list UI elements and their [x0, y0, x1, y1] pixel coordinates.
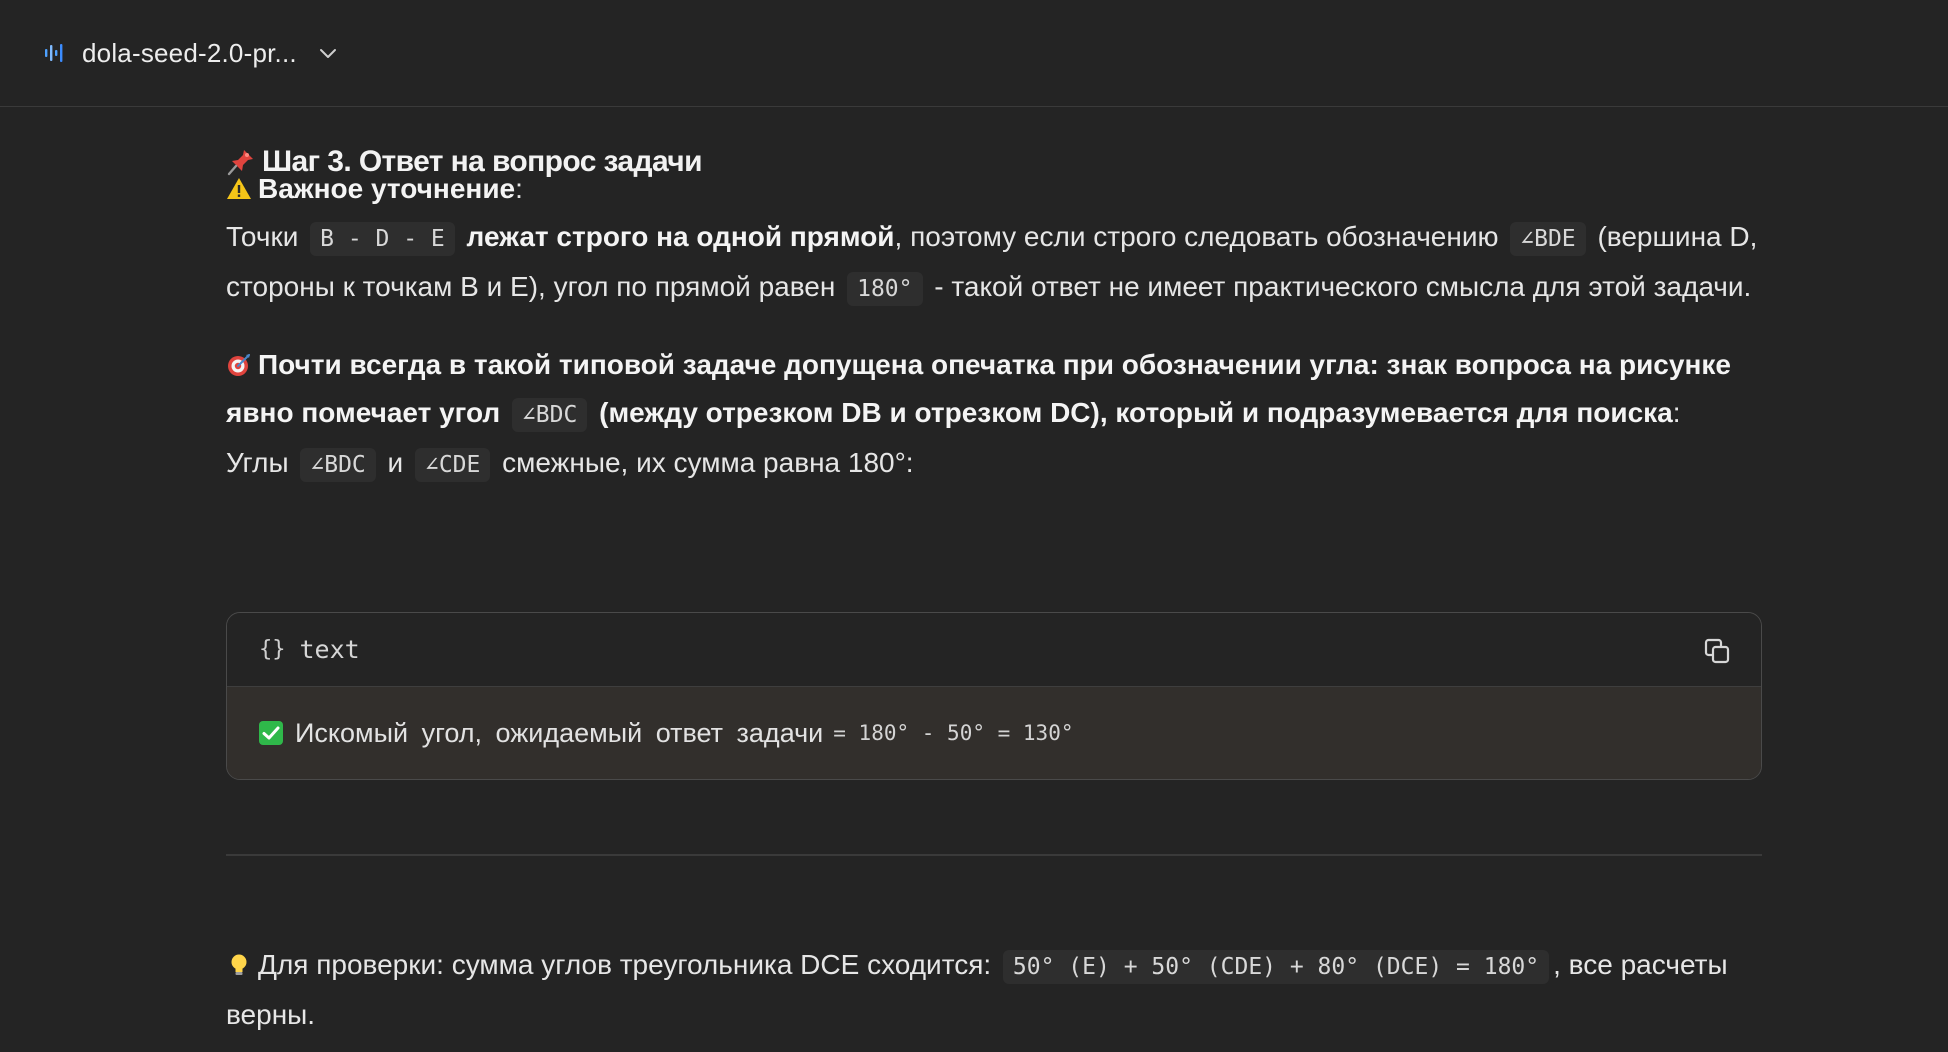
- check-text-1: Для проверки: сумма углов треугольника D…: [258, 949, 992, 980]
- audio-waveform-icon: [45, 44, 63, 62]
- hint-text-angles: Углы: [226, 447, 289, 478]
- note-text-1: Точки: [226, 221, 299, 252]
- hint-colon: :: [1672, 397, 1681, 428]
- note-code-angle-bde: ∠BDE: [1510, 222, 1586, 256]
- code-line-text: Искомый угол, ожидаемый ответ задачи: [295, 717, 824, 748]
- top-bar: dola-seed-2.0-pr...: [0, 0, 1948, 107]
- note-code-180: 180°: [847, 272, 923, 306]
- check-mark-icon: [259, 721, 283, 745]
- note-text-2: , поэтому если строго следовать обозначе…: [894, 221, 1499, 252]
- chevron-down-icon[interactable]: [317, 42, 339, 64]
- model-name: dola-seed-2.0-pr...: [82, 37, 297, 68]
- hint-code-angle-bdc: ∠BDC: [511, 398, 588, 432]
- code-braces-icon: {}: [259, 637, 286, 662]
- note-label: Важное уточнение: [258, 173, 516, 204]
- model-selector[interactable]: dola-seed-2.0-pr...: [44, 38, 339, 69]
- warning-icon: [227, 178, 251, 199]
- target-icon: [228, 354, 250, 376]
- code-block: {} text Искомый угол, ожидаемый ответ за…: [226, 612, 1762, 780]
- copy-icon[interactable]: [1703, 637, 1731, 665]
- divider: [226, 854, 1762, 856]
- hint-code-cde: ∠CDE: [414, 448, 491, 482]
- note-text-4: - такой ответ не имеет практического смы…: [934, 271, 1752, 302]
- code-language-label: text: [299, 635, 360, 664]
- hint-bold-2: (между отрезком DB и отрезком DC), котор…: [599, 397, 1673, 428]
- code-line-formula: = 180° - 50° = 130°: [833, 721, 1074, 745]
- code-block-body: Искомый угол, ожидаемый ответ задачи = 1…: [227, 687, 1761, 779]
- hint-text-and: и: [387, 447, 404, 478]
- note-code-points: B - D - E: [310, 222, 455, 256]
- note-bold-1: лежат строго на одной прямой: [466, 221, 895, 252]
- hint-paragraph: Почти всегда в такой типовой задаче допу…: [226, 341, 1762, 489]
- hint-code-bdc: ∠BDC: [300, 448, 376, 482]
- note-label-suffix: :: [515, 173, 523, 204]
- check-code-sum: 50° (E) + 50° (CDE) + 80° (DCE) = 180°: [1002, 950, 1550, 984]
- light-bulb-icon: [231, 954, 247, 975]
- code-block-header: {} text: [227, 613, 1761, 687]
- important-note: Важное уточнение: Точки B - D - E лежат …: [226, 165, 1762, 313]
- check-paragraph: Для проверки: сумма углов треугольника D…: [226, 941, 1762, 1039]
- hint-text-adjacent: смежные, их сумма равна 180°:: [502, 447, 914, 478]
